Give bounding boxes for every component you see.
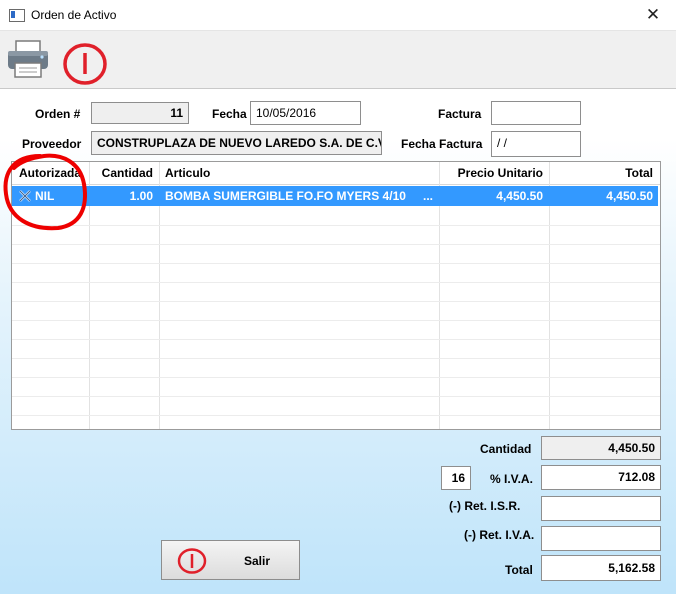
salir-button[interactable]: Salir (161, 540, 300, 580)
orden-field[interactable]: 11 (91, 102, 189, 124)
printer-icon (8, 40, 48, 78)
ret-iva-field[interactable] (541, 526, 661, 551)
fecha-label: Fecha (212, 107, 247, 121)
print-button[interactable] (6, 39, 50, 79)
cell-autorizada: NIL (12, 186, 89, 206)
cell-precio-unitario: 4,450.50 (496, 189, 543, 203)
col-header-articulo[interactable]: Articulo (159, 162, 439, 184)
grid-rule (12, 396, 660, 397)
app-icon (9, 9, 25, 22)
fecha-factura-label: Fecha Factura (401, 137, 483, 151)
grid-rule (12, 263, 660, 264)
grid-rule (12, 358, 660, 359)
cantidad-total-label: Cantidad (480, 442, 532, 456)
window-title: Orden de Activo (31, 8, 117, 22)
items-grid[interactable]: Autorizada Cantidad Articulo Precio Unit… (11, 161, 661, 430)
orden-label: Orden # (35, 107, 81, 121)
grid-rule (12, 339, 660, 340)
col-header-autorizada[interactable]: Autorizada (12, 162, 89, 184)
iva-field[interactable]: 712.08 (541, 465, 661, 490)
salir-label: Salir (244, 554, 271, 568)
stop-circle-icon (63, 43, 107, 85)
fecha-field[interactable]: 10/05/2016 (250, 101, 361, 125)
col-header-precio-unitario[interactable]: Precio Unitario (439, 162, 549, 184)
grid-rule (12, 282, 660, 283)
form-body: Orden # 11 Fecha 10/05/2016 Factura Prov… (0, 89, 676, 594)
proveedor-label: Proveedor (22, 137, 82, 151)
factura-label: Factura (438, 107, 482, 121)
proveedor-field[interactable]: CONSTRUPLAZA DE NUEVO LAREDO S.A. DE C.V… (91, 131, 382, 155)
col-header-total[interactable]: Total (549, 162, 659, 184)
autorizada-value: NIL (35, 189, 55, 203)
iva-percent-field[interactable]: 16 (441, 466, 471, 490)
grid-rule (12, 225, 660, 226)
cell-articulo: BOMBA SUMERGIBLE FO.FO MYERS 4/10 HP (165, 189, 409, 203)
ret-isr-label: (-) Ret. I.S.R. (449, 499, 521, 513)
total-field[interactable]: 5,162.58 (541, 555, 661, 581)
grid-rule (12, 377, 660, 378)
close-button[interactable]: ✕ (630, 0, 676, 30)
stop-button[interactable] (62, 42, 108, 86)
total-label: Total (505, 563, 533, 577)
ret-iva-label: (-) Ret. I.V.A. (464, 528, 535, 542)
grid-rule (12, 301, 660, 302)
grid-rule (12, 415, 660, 416)
x-mark-icon (19, 190, 31, 202)
col-header-cantidad[interactable]: Cantidad (89, 162, 159, 184)
cell-cantidad: 1.00 (129, 189, 153, 203)
articulo-more-button[interactable]: ... (416, 186, 440, 206)
cantidad-total-field[interactable]: 4,450.50 (541, 436, 661, 460)
grid-rule (12, 320, 660, 321)
table-row[interactable]: NIL 1.00 BOMBA SUMERGIBLE FO.FO MYERS 4/… (12, 186, 658, 206)
factura-field[interactable] (491, 101, 581, 125)
cell-total: 4,450.50 (606, 189, 653, 203)
fecha-factura-field[interactable]: / / (491, 131, 581, 157)
title-bar: Orden de Activo ✕ (0, 0, 676, 31)
toolbar (0, 31, 676, 89)
ret-isr-field[interactable] (541, 496, 661, 521)
grid-rule (12, 244, 660, 245)
grid-header: Autorizada Cantidad Articulo Precio Unit… (12, 162, 660, 185)
exit-icon (177, 548, 207, 574)
iva-label: % I.V.A. (490, 472, 533, 486)
